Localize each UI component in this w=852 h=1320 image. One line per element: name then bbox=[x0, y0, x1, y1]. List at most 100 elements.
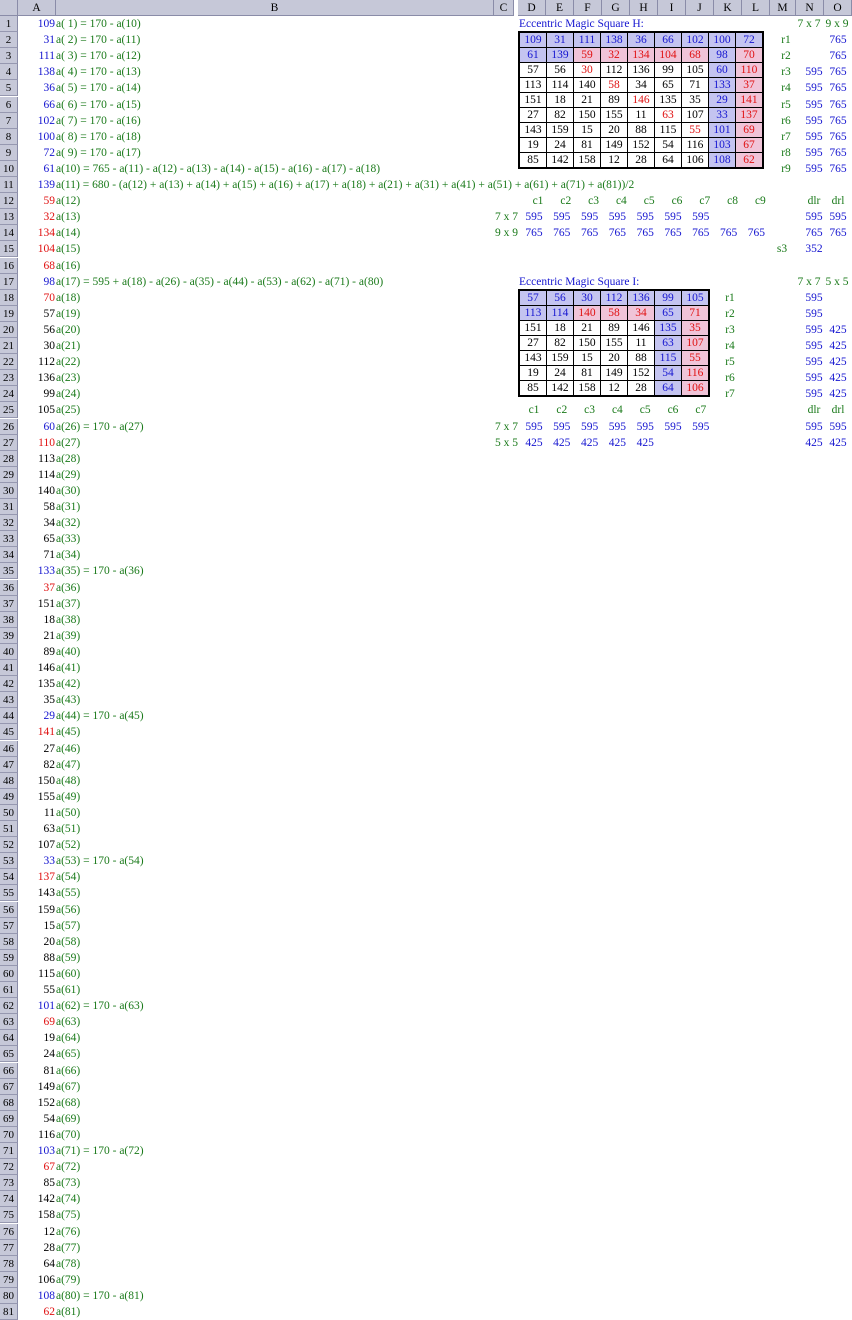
column-header-i[interactable]: I bbox=[658, 0, 686, 16]
square-h-cell[interactable]: 59 bbox=[573, 47, 601, 63]
row-header[interactable]: 35 bbox=[0, 563, 18, 579]
square-h-cell[interactable]: 36 bbox=[627, 31, 655, 48]
cell-b-formula[interactable]: a(69) bbox=[56, 1111, 80, 1127]
column-header-d[interactable]: D bbox=[518, 0, 546, 16]
cell-a-value[interactable]: 36 bbox=[18, 80, 56, 96]
cell-a-value[interactable]: 31 bbox=[18, 32, 56, 48]
cell-a-value[interactable]: 65 bbox=[18, 531, 56, 547]
cell-b-formula[interactable]: a(12) bbox=[56, 193, 80, 209]
cell-a-value[interactable]: 88 bbox=[18, 950, 56, 966]
square-i-cell[interactable]: 15 bbox=[573, 350, 601, 366]
square-h-cell[interactable]: 58 bbox=[600, 77, 628, 93]
square-h-cell[interactable]: 99 bbox=[654, 62, 682, 78]
cell-b-formula[interactable]: a(53) = 170 - a(54) bbox=[56, 853, 144, 869]
column-header-n[interactable]: N bbox=[796, 0, 824, 16]
square-i-cell[interactable]: 105 bbox=[681, 289, 710, 306]
square-h-cell[interactable]: 100 bbox=[708, 31, 736, 48]
cell-a-value[interactable]: 106 bbox=[18, 1272, 55, 1288]
square-i-cell[interactable]: 35 bbox=[681, 320, 710, 336]
square-h-cell[interactable]: 155 bbox=[600, 107, 628, 123]
square-h-cell[interactable]: 105 bbox=[681, 62, 709, 78]
row-header[interactable]: 58 bbox=[0, 934, 18, 950]
square-i-cell[interactable]: 55 bbox=[681, 350, 710, 366]
cell-a-value[interactable]: 62 bbox=[18, 1304, 56, 1320]
square-i-cell[interactable]: 112 bbox=[600, 289, 628, 306]
square-h-cell[interactable]: 72 bbox=[735, 31, 764, 48]
cell-a-value[interactable]: 85 bbox=[18, 1175, 56, 1191]
column-header-j[interactable]: J bbox=[686, 0, 714, 16]
square-h-cell[interactable]: 101 bbox=[708, 122, 736, 138]
square-h-cell[interactable]: 24 bbox=[546, 137, 574, 153]
square-h-cell[interactable]: 112 bbox=[600, 62, 628, 78]
cell-b-formula[interactable]: a(24) bbox=[56, 386, 80, 402]
column-header-b[interactable]: B bbox=[56, 0, 494, 16]
cell-a-value[interactable]: 150 bbox=[18, 773, 55, 789]
cell-b-formula[interactable]: a(47) bbox=[56, 757, 80, 773]
square-i-cell[interactable]: 140 bbox=[573, 305, 601, 321]
cell-a-value[interactable]: 139 bbox=[18, 177, 55, 193]
cell-b-formula[interactable]: a(72) bbox=[56, 1159, 80, 1175]
cell-a-value[interactable]: 54 bbox=[18, 1111, 56, 1127]
row-header[interactable]: 3 bbox=[0, 48, 18, 64]
column-header-g[interactable]: G bbox=[602, 0, 630, 16]
square-i-cell[interactable]: 151 bbox=[518, 320, 547, 336]
select-all-corner[interactable] bbox=[0, 0, 18, 16]
square-h-cell[interactable]: 19 bbox=[518, 137, 547, 153]
cell-a-value[interactable]: 60 bbox=[18, 419, 56, 435]
square-i-cell[interactable]: 149 bbox=[600, 365, 628, 381]
cell-a-value[interactable]: 20 bbox=[18, 934, 56, 950]
square-h-cell[interactable]: 140 bbox=[573, 77, 601, 93]
square-h-cell[interactable]: 57 bbox=[518, 62, 547, 78]
cell-b-formula[interactable]: a( 4) = 170 - a(13) bbox=[56, 64, 141, 80]
square-i-cell[interactable]: 116 bbox=[681, 365, 710, 381]
cell-b-formula[interactable]: a(20) bbox=[56, 322, 80, 338]
row-header[interactable]: 74 bbox=[0, 1191, 18, 1207]
cell-b-formula[interactable]: a(78) bbox=[56, 1256, 80, 1272]
square-i-cell[interactable]: 142 bbox=[546, 380, 574, 397]
cell-a-value[interactable]: 101 bbox=[18, 998, 55, 1014]
row-header[interactable]: 69 bbox=[0, 1111, 18, 1127]
square-h-cell[interactable]: 20 bbox=[600, 122, 628, 138]
cell-b-formula[interactable]: a(40) bbox=[56, 644, 80, 660]
square-h-cell[interactable]: 33 bbox=[708, 107, 736, 123]
cell-b-formula[interactable]: a(48) bbox=[56, 773, 80, 789]
square-h-cell[interactable]: 89 bbox=[600, 92, 628, 108]
cell-a-value[interactable]: 155 bbox=[18, 789, 55, 805]
cell-b-formula[interactable]: a( 2) = 170 - a(11) bbox=[56, 32, 140, 48]
row-header[interactable]: 44 bbox=[0, 708, 18, 724]
cell-b-formula[interactable]: a(13) bbox=[56, 209, 80, 225]
cell-b-formula[interactable]: a(67) bbox=[56, 1079, 80, 1095]
cell-b-formula[interactable]: a(57) bbox=[56, 918, 80, 934]
square-i-cell[interactable]: 135 bbox=[654, 320, 682, 336]
square-h-cell[interactable]: 63 bbox=[654, 107, 682, 123]
row-header[interactable]: 24 bbox=[0, 386, 18, 402]
square-h-cell[interactable]: 21 bbox=[573, 92, 601, 108]
cell-a-value[interactable]: 57 bbox=[18, 306, 56, 322]
square-h-cell[interactable]: 146 bbox=[627, 92, 655, 108]
square-i-cell[interactable]: 21 bbox=[573, 320, 601, 336]
cell-b-formula[interactable]: a(29) bbox=[56, 467, 80, 483]
row-header[interactable]: 15 bbox=[0, 241, 18, 257]
cell-b-formula[interactable]: a(37) bbox=[56, 596, 80, 612]
cell-b-formula[interactable]: a(38) bbox=[56, 612, 80, 628]
square-h-cell[interactable]: 104 bbox=[654, 47, 682, 63]
cell-a-value[interactable]: 100 bbox=[18, 129, 55, 145]
row-header[interactable]: 64 bbox=[0, 1030, 18, 1046]
cell-a-value[interactable]: 34 bbox=[18, 515, 56, 531]
square-h-cell[interactable]: 35 bbox=[681, 92, 709, 108]
square-i-cell[interactable]: 57 bbox=[518, 289, 547, 306]
row-header[interactable]: 51 bbox=[0, 821, 18, 837]
cell-a-value[interactable]: 149 bbox=[18, 1079, 55, 1095]
square-h-cell[interactable]: 81 bbox=[573, 137, 601, 153]
row-header[interactable]: 17 bbox=[0, 274, 18, 290]
square-i-cell[interactable]: 24 bbox=[546, 365, 574, 381]
square-h-cell[interactable]: 27 bbox=[518, 107, 547, 123]
row-header[interactable]: 32 bbox=[0, 515, 18, 531]
cell-b-formula[interactable]: a(65) bbox=[56, 1046, 80, 1062]
cell-a-value[interactable]: 58 bbox=[18, 499, 56, 515]
row-header[interactable]: 79 bbox=[0, 1272, 18, 1288]
row-header[interactable]: 45 bbox=[0, 724, 18, 740]
cell-a-value[interactable]: 82 bbox=[18, 757, 56, 773]
column-header-h[interactable]: H bbox=[630, 0, 658, 16]
cell-a-value[interactable]: 102 bbox=[18, 113, 55, 129]
